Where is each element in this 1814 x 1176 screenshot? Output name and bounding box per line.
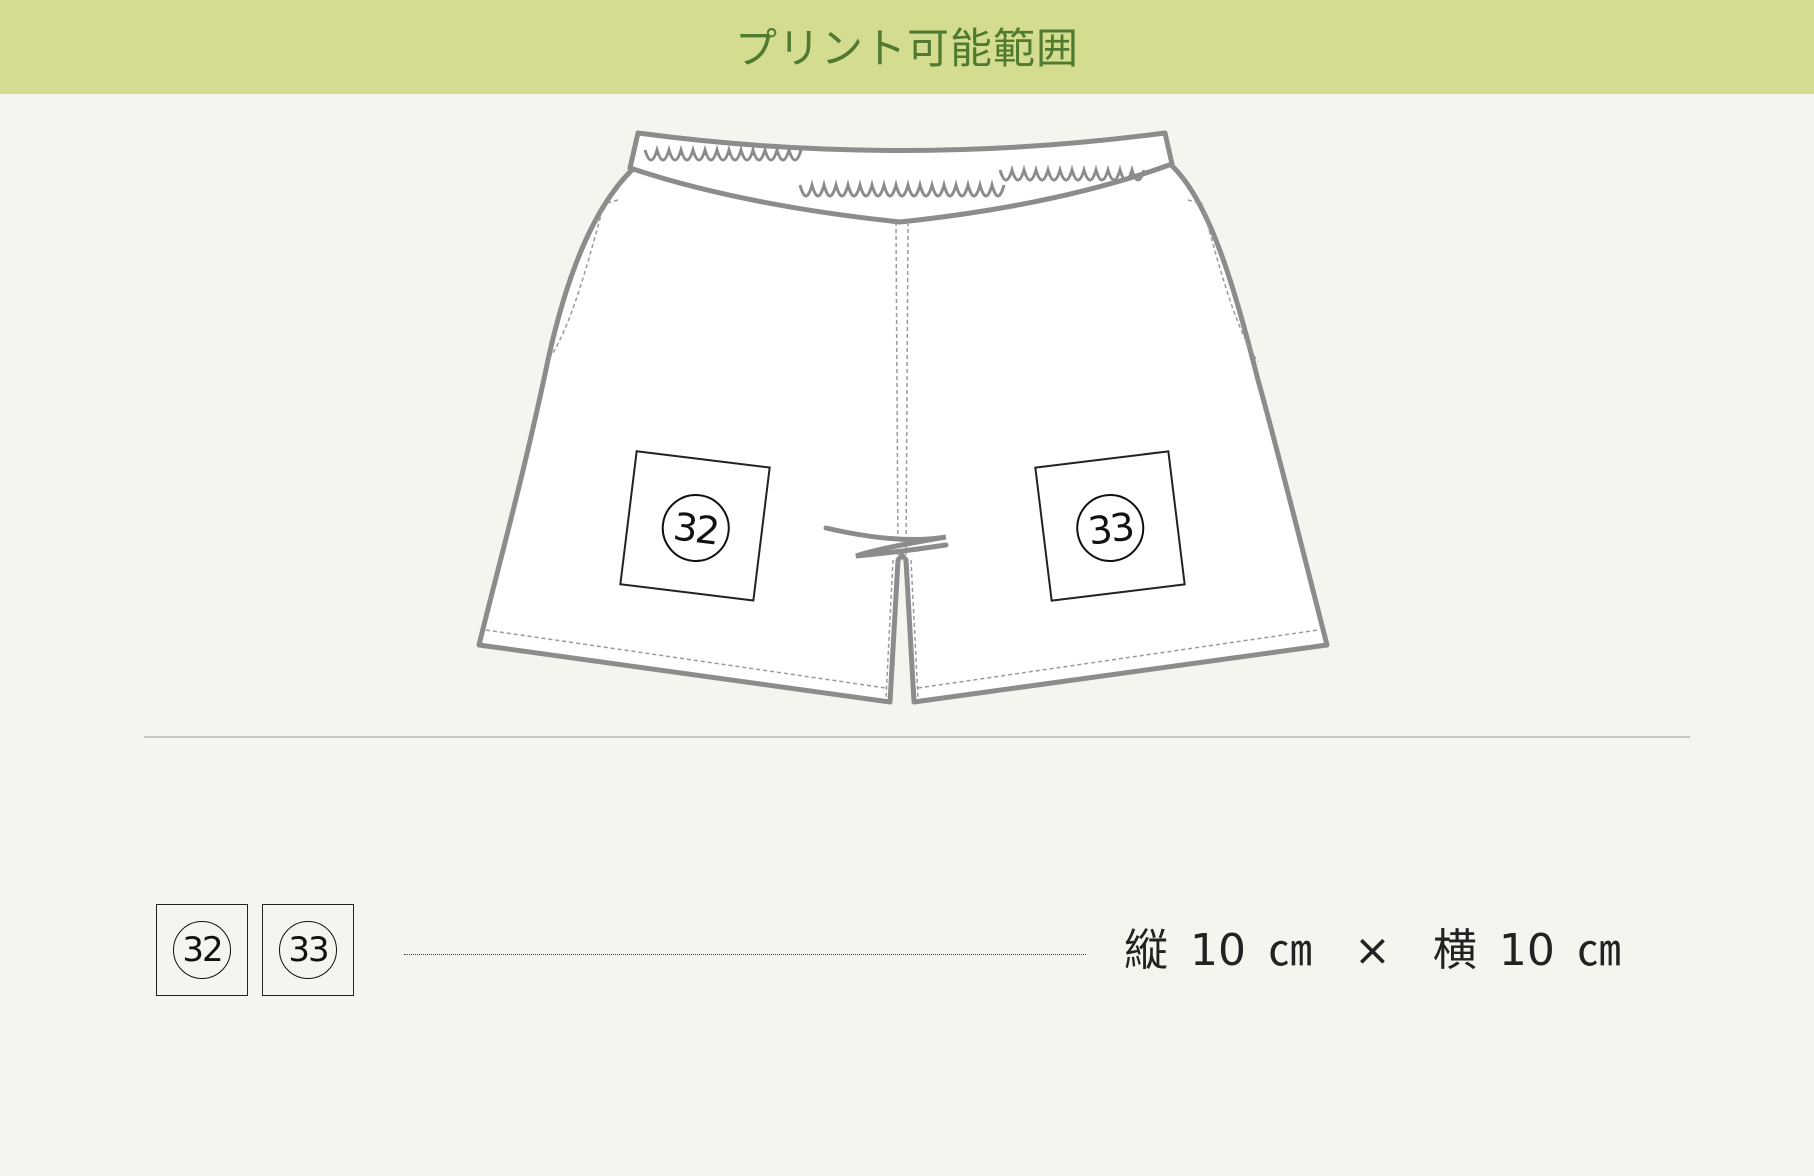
legend-badge-32: 32 bbox=[173, 921, 231, 979]
times-symbol: × bbox=[1354, 925, 1391, 976]
leader-line bbox=[404, 954, 1086, 955]
width-value: 10 bbox=[1498, 925, 1555, 976]
print-area-32: 32 bbox=[619, 450, 771, 602]
print-area-33: 33 bbox=[1034, 450, 1186, 602]
shorts-diagram: 32 33 bbox=[476, 130, 1330, 705]
legend-print-area-32: 32 bbox=[156, 904, 248, 996]
height-label: 縦 bbox=[1124, 925, 1168, 976]
print-area-33-label: 33 bbox=[1086, 504, 1135, 553]
height-unit: ㎝ bbox=[1268, 925, 1312, 976]
size-legend: 32 33 縦 10 ㎝ × 横 10 ㎝ bbox=[0, 900, 1814, 1000]
shorts-body bbox=[476, 161, 1330, 705]
legend-print-area-33: 33 bbox=[262, 904, 354, 996]
section-divider bbox=[144, 736, 1690, 738]
size-dimensions: 縦 10 ㎝ × 横 10 ㎝ bbox=[1124, 924, 1621, 978]
height-value: 10 bbox=[1190, 925, 1246, 976]
width-unit: ㎝ bbox=[1576, 925, 1621, 976]
width-label: 横 bbox=[1432, 925, 1477, 976]
legend-badge-33: 33 bbox=[279, 921, 337, 979]
print-area-32-label: 32 bbox=[671, 504, 720, 553]
